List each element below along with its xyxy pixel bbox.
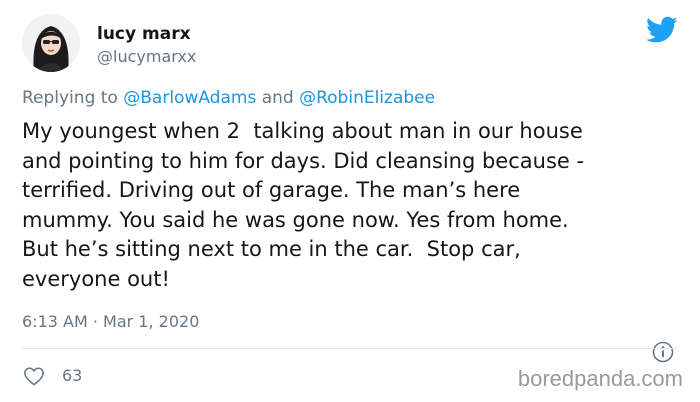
- replying-to-line: Replying to @BarlowAdams and @RobinEliza…: [22, 88, 435, 108]
- avatar-image: [22, 14, 80, 72]
- twitter-bird-icon[interactable]: [646, 16, 678, 44]
- replying-to-label: Replying to: [22, 88, 118, 108]
- like-count: 63: [62, 366, 83, 385]
- tweet-text: My youngest when 2 talking about man in …: [22, 119, 585, 291]
- info-icon[interactable]: [652, 341, 674, 363]
- avatar[interactable]: [22, 14, 80, 72]
- display-name[interactable]: lucy marx: [97, 24, 191, 44]
- user-handle[interactable]: @lucymarxx: [97, 47, 196, 66]
- tweet-timestamp[interactable]: 6:13 AM · Mar 1, 2020: [22, 312, 199, 331]
- mention-link-barlowadams[interactable]: @BarlowAdams: [123, 88, 256, 108]
- mention-link-robinelizabee[interactable]: @RobinElizabee: [299, 88, 435, 108]
- replying-to-joiner: and: [261, 88, 294, 108]
- divider: [22, 348, 678, 349]
- heart-icon[interactable]: [23, 366, 45, 386]
- watermark-text: boredpanda.com: [517, 366, 683, 391]
